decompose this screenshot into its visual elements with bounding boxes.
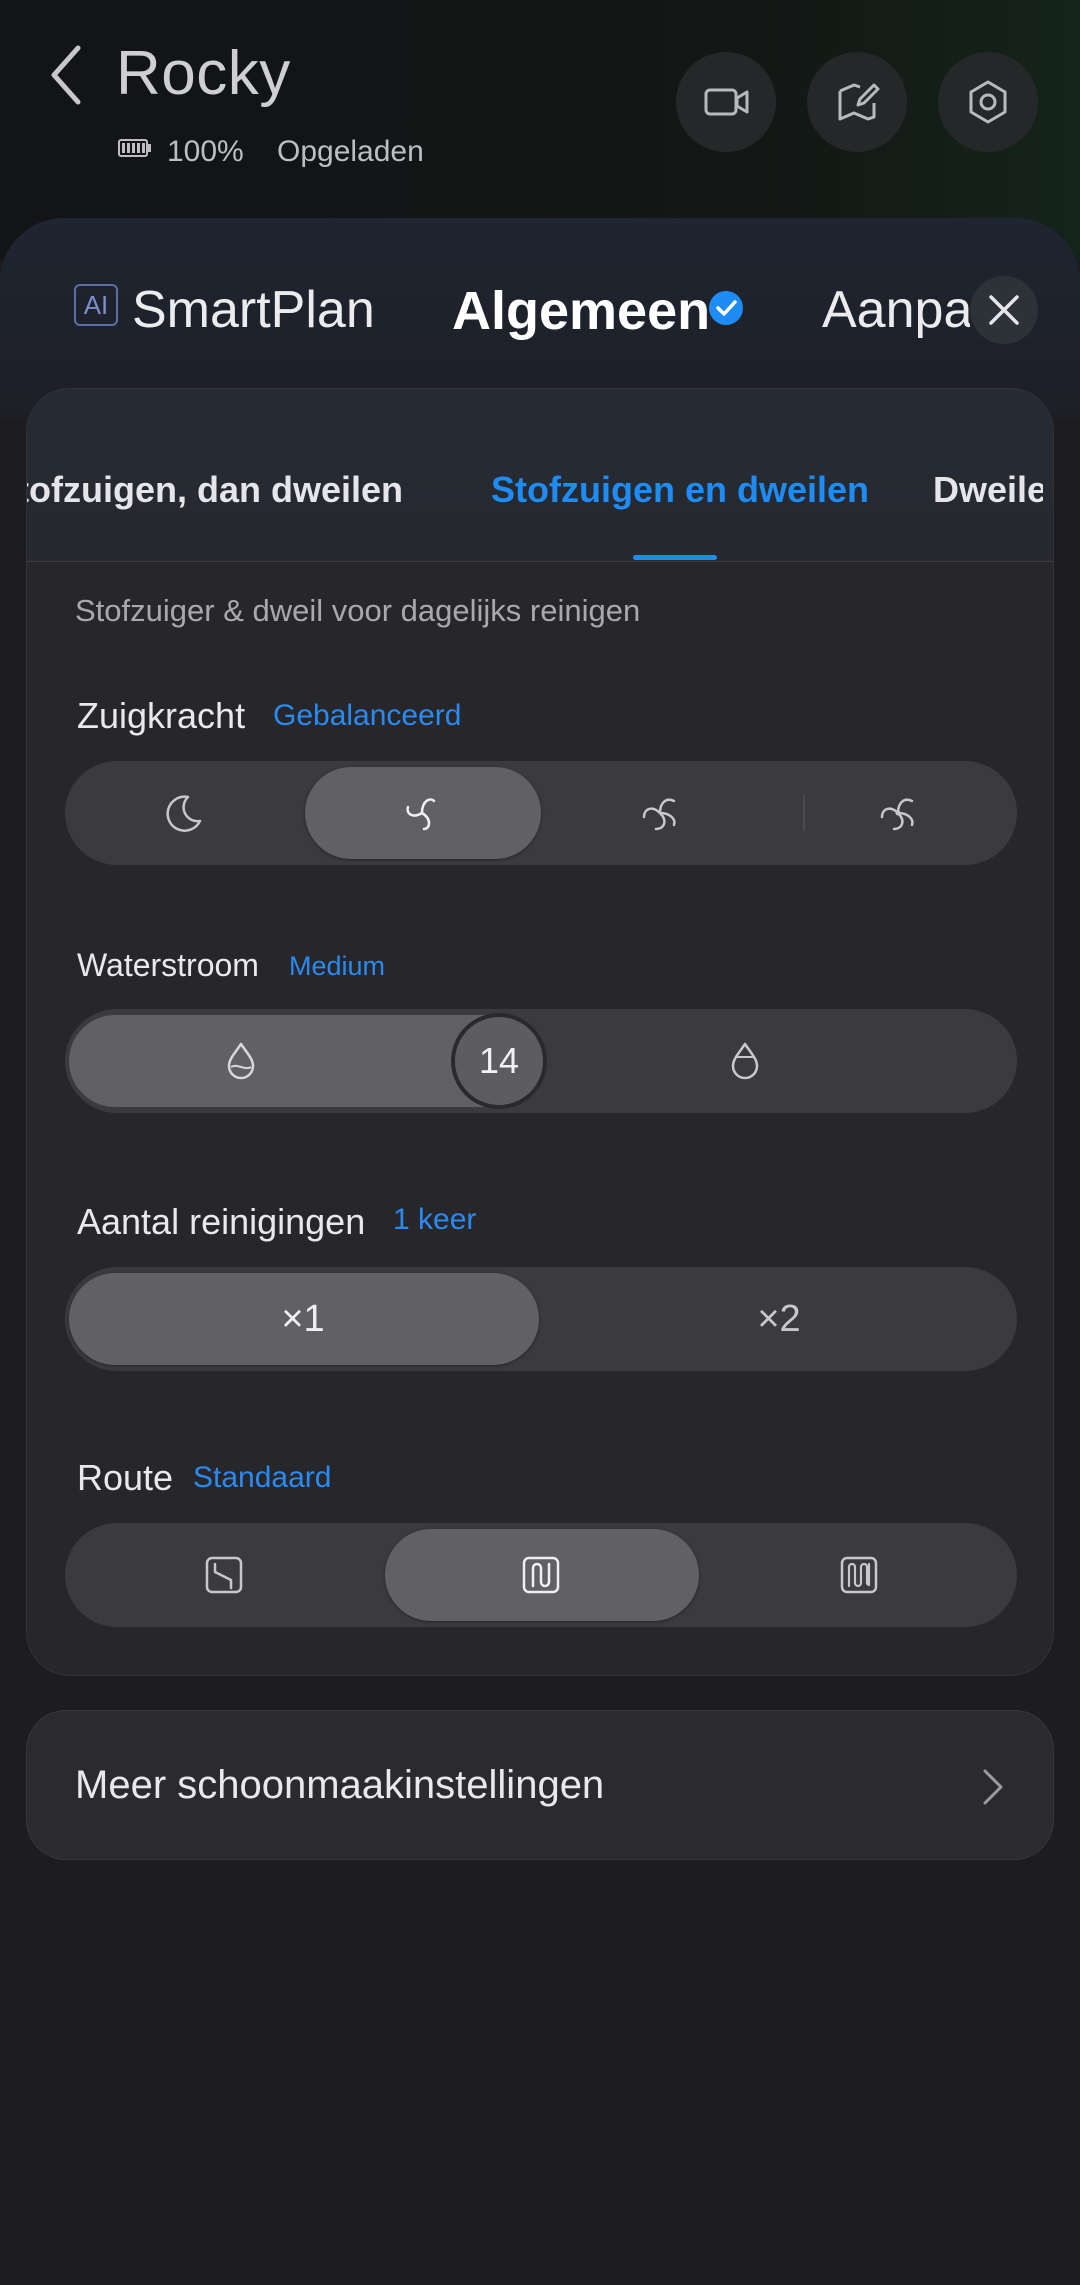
suction-option-balanced[interactable] [303,761,541,865]
fan-balanced-icon [406,798,436,831]
suction-value: Gebalanceerd [273,699,462,732]
back-arrow-icon[interactable] [44,40,94,110]
drop-low-icon [227,1042,255,1080]
video-button[interactable] [676,52,776,152]
passes-label: Aantal reinigingen [77,1201,366,1242]
suction-option-quiet[interactable] [65,761,303,865]
route-selector [65,1523,1017,1627]
video-icon [704,88,749,116]
battery-status: Opgeladen [277,135,424,168]
water-value: Medium [289,951,386,981]
tab-custom[interactable]: Aanpassen [820,274,970,350]
water-high [645,1009,845,1113]
mode-tab-mop[interactable]: Dweilen [933,469,1043,529]
battery-percent: 100% [167,135,244,168]
route-value: Standaard [193,1461,332,1494]
water-label: Waterstroom [77,947,259,983]
suction-selector [65,761,1017,865]
route-option-deep[interactable] [700,1523,1017,1627]
moon-icon [166,795,202,832]
close-icon [989,295,1019,325]
mode-settings-card: Stofzuigen, dan dweilen Stofzuigen en dw… [26,388,1054,1676]
route-standard-icon [522,1556,560,1594]
water-slider[interactable]: 14 [65,1009,1017,1113]
settings-button[interactable] [938,52,1038,152]
route-deep-icon [840,1556,877,1594]
fan-max-icon [880,798,914,831]
tab-smartplan[interactable]: SmartPlan [132,280,375,340]
route-option-quick[interactable] [65,1523,382,1627]
route-option-standard[interactable] [382,1523,700,1627]
passes-selector: ×1 ×2 [65,1267,1017,1371]
route-label: Route [77,1457,174,1498]
more-cleaning-settings-label: Meer schoonmaakinstellingen [75,1763,605,1807]
device-title: Rocky [116,39,291,108]
suction-option-max[interactable] [779,761,1017,865]
mode-tab-vacuum-then-mop[interactable]: Stofzuigen, dan dweilen [27,469,403,511]
tab-general[interactable]: Algemeen [452,280,710,342]
route-quick-icon [205,1556,242,1594]
map-edit-button[interactable] [807,52,907,152]
map-edit-icon [838,83,880,121]
battery-icon [118,139,151,157]
divider [27,561,1053,562]
suction-label: Zuigkracht [77,695,246,736]
ai-badge-icon: AI [74,284,118,326]
drop-high-icon [731,1042,759,1080]
passes-value: 1 keer [393,1203,477,1236]
mode-tabs: Stofzuigen, dan dweilen Stofzuigen en dw… [27,469,1053,549]
check-badge-icon [709,291,743,325]
chevron-right-icon [983,1769,1003,1805]
tab-custom-label: Aanpassen [822,281,970,339]
water-low [65,1009,417,1113]
close-button[interactable] [970,276,1038,344]
settings-icon [969,80,1007,124]
water-slider-knob[interactable]: 14 [451,1013,547,1109]
mode-tab-vacuum-and-mop[interactable]: Stofzuigen en dweilen [491,469,869,511]
mode-tab-mop-label: Dweilen [933,469,1043,510]
active-mode-indicator [633,555,717,560]
more-cleaning-settings[interactable]: Meer schoonmaakinstellingen [26,1710,1054,1860]
suction-option-turbo[interactable] [541,761,779,865]
fan-turbo-icon [642,798,676,831]
passes-option-1[interactable]: ×1 [65,1267,541,1371]
mode-description: Stofzuiger & dweil voor dagelijks reinig… [75,593,641,628]
passes-option-2[interactable]: ×2 [541,1267,1017,1371]
